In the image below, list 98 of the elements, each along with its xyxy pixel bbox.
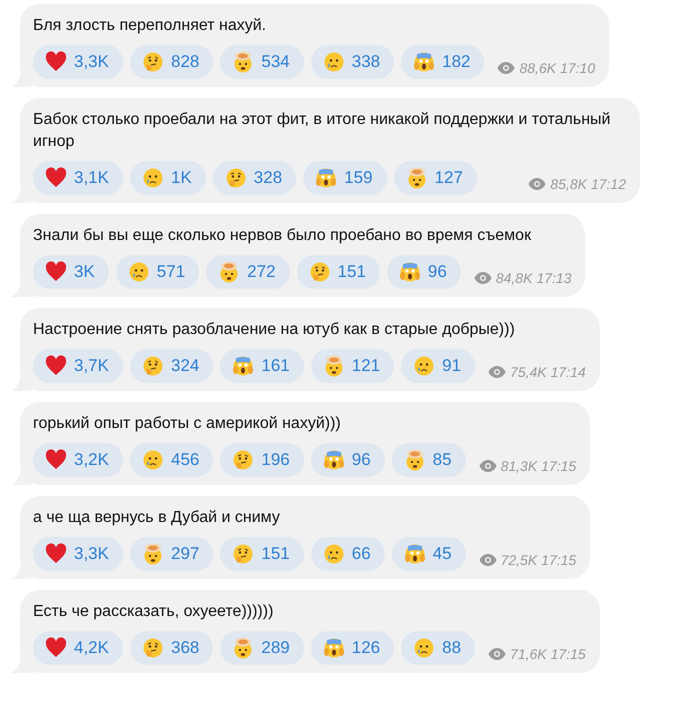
reaction-button[interactable]: 182	[401, 45, 484, 79]
screaming-face-icon	[413, 51, 436, 73]
eye-icon	[497, 62, 516, 74]
message-text: горький опыт работы с америкой нахуй)))	[33, 414, 342, 434]
reaction-button[interactable]: 159	[303, 161, 387, 195]
thinking-face-icon	[224, 167, 247, 189]
reaction-button[interactable]: 85	[392, 443, 466, 477]
exploding-head-icon	[322, 355, 345, 377]
heart-icon	[45, 51, 67, 73]
reaction-button[interactable]: 1K	[130, 161, 206, 195]
reaction-button[interactable]: 151	[296, 255, 380, 289]
reaction-button[interactable]: 88	[401, 631, 476, 665]
crying-face-icon	[322, 51, 345, 73]
eye-icon	[478, 554, 497, 566]
reaction-button[interactable]: 3,3K	[33, 45, 123, 79]
message-time: 17:13	[536, 270, 572, 286]
reaction-button[interactable]: 151	[220, 537, 304, 571]
reaction-button[interactable]: 338	[310, 45, 394, 79]
reaction-button[interactable]: 571	[116, 255, 200, 289]
thinking-face-icon	[232, 543, 254, 565]
eye-icon	[474, 272, 492, 284]
thinking-face-icon	[142, 637, 164, 659]
eye-icon	[478, 460, 497, 472]
reaction-button[interactable]: 96	[386, 255, 461, 289]
reaction-button[interactable]: 66	[310, 537, 385, 571]
reaction-button[interactable]: 3,1K	[33, 161, 123, 195]
crying-face-icon	[322, 543, 345, 565]
heart-icon	[45, 167, 67, 189]
reaction-button[interactable]: 96	[310, 443, 385, 477]
view-count: 81,3K	[500, 458, 538, 474]
view-count: 84,8K	[496, 270, 532, 286]
exploding-head-icon	[406, 167, 428, 189]
message-text: Бабок столько проебали на этот фит, в итоге никакой поддержки и тотальный игнор	[33, 110, 612, 152]
screaming-face-icon	[404, 543, 426, 565]
heart-icon	[45, 543, 67, 565]
heart-icon	[45, 355, 67, 377]
reaction-button[interactable]: 196	[220, 443, 304, 477]
screaming-face-icon	[232, 355, 254, 377]
reaction-button[interactable]: 4,2K	[33, 631, 123, 665]
heart-icon	[45, 449, 67, 471]
message-text: а че ща вернусь в Дубай и сниму	[33, 508, 281, 528]
message-text: Бля злость переполняет нахуй.	[33, 16, 268, 36]
reaction-button[interactable]: 456	[130, 443, 214, 477]
reaction-button[interactable]: 534	[220, 45, 304, 79]
reaction-button[interactable]: 328	[212, 161, 296, 195]
reaction-button[interactable]: 45	[392, 537, 466, 571]
reaction-button[interactable]: 3,7K	[33, 349, 123, 383]
screaming-face-icon	[322, 637, 345, 659]
exploding-head-icon	[232, 637, 254, 659]
reaction-button[interactable]: 324	[130, 349, 214, 383]
crying-face-icon	[413, 355, 436, 377]
reaction-button[interactable]: 289	[220, 631, 304, 665]
eye-icon	[488, 648, 506, 660]
reaction-button[interactable]: 3,2K	[33, 443, 123, 477]
crying-face-icon	[413, 637, 436, 659]
reaction-button[interactable]: 3,3K	[33, 537, 123, 571]
crying-face-icon	[142, 167, 164, 189]
message-time: 17:15	[541, 458, 576, 474]
exploding-head-icon	[218, 261, 240, 283]
view-count: 75,4K	[510, 364, 547, 380]
reaction-button[interactable]: 828	[130, 45, 214, 79]
view-count: 71,6K	[510, 646, 547, 662]
reaction-button[interactable]: 368	[130, 631, 214, 665]
reaction-button[interactable]: 297	[130, 537, 214, 571]
exploding-head-icon	[142, 543, 164, 565]
reaction-button[interactable]: 127	[394, 161, 477, 195]
message-time: 17:14	[550, 364, 586, 380]
screaming-face-icon	[322, 449, 345, 471]
thinking-face-icon	[142, 51, 164, 73]
thinking-face-icon	[308, 261, 331, 283]
crying-face-icon	[128, 261, 150, 283]
view-count: 85,8K	[550, 176, 587, 192]
exploding-head-icon	[232, 51, 254, 73]
heart-icon	[45, 261, 67, 283]
reaction-button[interactable]: 126	[310, 631, 394, 665]
exploding-head-icon	[404, 449, 426, 471]
screaming-face-icon	[315, 167, 338, 189]
eye-icon	[528, 178, 546, 190]
thinking-face-icon	[232, 449, 254, 471]
message-time: 17:12	[590, 176, 626, 192]
heart-icon	[45, 637, 67, 659]
thinking-face-icon	[142, 355, 164, 377]
view-count: 88,6K	[519, 60, 556, 76]
message-text: Настроение снять разоблачение на ютуб как в старые добрые)))	[33, 320, 516, 340]
reaction-button[interactable]: 3K	[33, 255, 109, 289]
view-count: 72,5K	[500, 552, 538, 568]
reaction-button[interactable]: 91	[401, 349, 476, 383]
message-text: Знали бы вы еще сколько нервов было проебано во время съемок	[33, 226, 532, 246]
reaction-button[interactable]: 161	[220, 349, 304, 383]
eye-icon	[488, 366, 506, 378]
message-time: 17:15	[541, 552, 576, 568]
message-time: 17:10	[560, 60, 596, 76]
crying-face-icon	[142, 449, 164, 471]
message-text: Есть че рассказать, охуеете))))))	[33, 602, 274, 622]
reaction-button[interactable]: 272	[206, 255, 290, 289]
screaming-face-icon	[398, 261, 421, 283]
reaction-button[interactable]: 121	[310, 349, 394, 383]
message-time: 17:15	[550, 646, 586, 662]
